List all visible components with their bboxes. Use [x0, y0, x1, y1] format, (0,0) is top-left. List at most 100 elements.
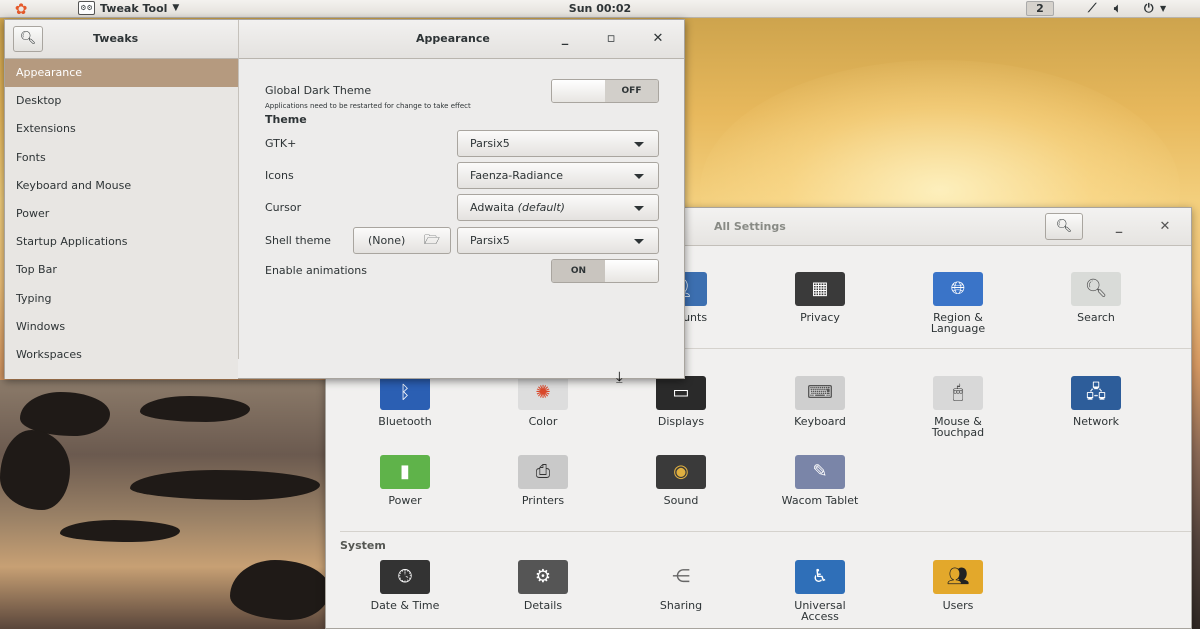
settings-item-sharing[interactable]: ⋲ Sharing — [626, 560, 736, 611]
gtk-theme-value: Parsix5 — [470, 137, 510, 150]
section-title-system: System — [340, 539, 386, 552]
settings-item-datetime[interactable]: 🕓︎ Date & Time — [350, 560, 460, 611]
dark-theme-switch[interactable]: OFF — [551, 79, 659, 103]
settings-title: All Settings — [714, 220, 786, 233]
sidebar-item-extensions[interactable]: Extensions — [5, 115, 238, 143]
theme-section-title: Theme — [265, 113, 307, 126]
animations-switch[interactable]: ON — [551, 259, 659, 283]
app-menu[interactable]: ⚙⚙ Tweak Tool ▼ — [78, 1, 179, 15]
settings-item-displays[interactable]: ▭ Displays — [626, 376, 736, 427]
tweak-header: 🔍︎ Tweaks Appearance _ ▫ ✕ — [5, 20, 684, 59]
gtk-label: GTK+ — [265, 137, 297, 150]
search-icon: 🔍︎ — [19, 31, 37, 46]
activities-icon[interactable]: ✿ — [12, 1, 30, 17]
color-icon: ✺ — [518, 376, 568, 410]
tweak-tool-icon: ⚙⚙ — [78, 1, 95, 15]
close-button[interactable]: ✕ — [648, 29, 668, 49]
volume-icon[interactable]: 🔈︎ — [1114, 1, 1121, 16]
keyboard-icon: ⌨ — [795, 376, 845, 410]
displays-icon: ▭ — [656, 376, 706, 410]
settings-item-privacy[interactable]: ▦ Privacy — [765, 272, 875, 323]
mouse-icon: 🖱︎ — [933, 376, 983, 410]
settings-item-printers[interactable]: ⎙ Printers — [488, 455, 598, 506]
region-icon: 🌐︎ — [933, 272, 983, 306]
app-menu-label: Tweak Tool — [100, 1, 168, 15]
chevron-down-icon — [634, 239, 644, 244]
wallpaper-rock — [60, 520, 180, 542]
settings-item-sound[interactable]: ◉ Sound — [626, 455, 736, 506]
settings-item-color[interactable]: ✺ Color — [488, 376, 598, 427]
privacy-icon: ▦ — [795, 272, 845, 306]
settings-item-users[interactable]: 👥︎ Users — [903, 560, 1013, 611]
share-icon: ⋲ — [672, 566, 690, 587]
clock[interactable]: Sun 00:02 — [569, 2, 631, 15]
shell-theme-label: Shell theme — [265, 234, 331, 247]
search-icon: 🔍︎ — [1055, 219, 1073, 234]
shell-theme-file-button[interactable]: (None) 🗁︎ — [353, 227, 451, 254]
chevron-down-icon — [634, 174, 644, 179]
download-icon[interactable]: ⤓ — [616, 368, 623, 386]
search-icon: 🔍︎ — [1071, 272, 1121, 306]
icon-theme-select[interactable]: Faenza-Radiance — [457, 162, 659, 189]
sidebar-item-windows[interactable]: Windows — [5, 313, 238, 341]
cursor-label: Cursor — [265, 201, 302, 214]
wallpaper-rock — [140, 396, 250, 422]
shell-theme-select[interactable]: Parsix5 — [457, 227, 659, 254]
accessibility-icon: ♿︎ — [795, 560, 845, 594]
dark-theme-label: Global Dark Theme — [265, 84, 372, 97]
settings-item-wacom[interactable]: ✎ Wacom Tablet — [765, 455, 875, 506]
icons-label: Icons — [265, 169, 294, 182]
minimize-button[interactable]: _ — [1109, 217, 1129, 237]
sidebar-item-workspaces[interactable]: Workspaces — [5, 341, 238, 369]
close-button[interactable]: ✕ — [1155, 217, 1175, 237]
network-icon: 🖧︎ — [1071, 376, 1121, 410]
settings-item-network[interactable]: 🖧︎ Network — [1041, 376, 1151, 427]
settings-item-keyboard[interactable]: ⌨ Keyboard — [765, 376, 875, 427]
folder-open-icon: 🗁︎ — [423, 233, 440, 248]
dark-theme-note: Applications need to be restarted for ch… — [265, 102, 471, 110]
settings-item-power[interactable]: ▮ Power — [350, 455, 460, 506]
cursor-theme-select[interactable]: Adwaita (default) — [457, 194, 659, 221]
settings-item-search[interactable]: 🔍︎ Search — [1041, 272, 1151, 323]
animations-label: Enable animations — [265, 264, 367, 277]
sidebar-item-startup-applications[interactable]: Startup Applications — [5, 228, 238, 256]
gears-icon: ⚙ — [518, 560, 568, 594]
battery-icon: ▮ — [380, 455, 430, 489]
network-icon[interactable]: ⟋ — [1088, 1, 1096, 16]
sidebar-item-appearance[interactable]: Appearance — [5, 59, 238, 88]
tablet-icon: ✎ — [795, 455, 845, 489]
settings-item-details[interactable]: ⚙ Details — [488, 560, 598, 611]
chevron-down-icon — [634, 206, 644, 211]
workspace-indicator[interactable]: 2 — [1026, 1, 1054, 16]
settings-item-region[interactable]: 🌐︎ Region & Language — [903, 272, 1013, 334]
settings-item-universal-access[interactable]: ♿︎ Universal Access — [765, 560, 875, 622]
power-icon[interactable]: ⏻ — [1144, 1, 1154, 16]
gtk-theme-select[interactable]: Parsix5 — [457, 130, 659, 157]
sidebar-item-typing[interactable]: Typing — [5, 285, 238, 313]
sidebar-item-desktop[interactable]: Desktop — [5, 87, 238, 115]
sidebar-item-power[interactable]: Power — [5, 200, 238, 228]
switch-knob — [605, 260, 658, 282]
speaker-icon: ◉ — [656, 455, 706, 489]
tweak-sidebar: Appearance Desktop Extensions Fonts Keyb… — [5, 59, 238, 379]
wallpaper-rock — [230, 560, 330, 620]
minimize-button[interactable]: _ — [555, 29, 575, 49]
sidebar-item-fonts[interactable]: Fonts — [5, 144, 238, 172]
chevron-down-icon[interactable]: ▼ — [1160, 4, 1166, 13]
settings-search-button[interactable]: 🔍︎ — [1045, 213, 1083, 240]
settings-item-bluetooth[interactable]: ᛒ Bluetooth — [350, 376, 460, 427]
bluetooth-icon: ᛒ — [380, 376, 430, 410]
sidebar-item-top-bar[interactable]: Top Bar — [5, 256, 238, 284]
shell-theme-none: (None) — [368, 234, 406, 247]
tweaks-title: Tweaks — [93, 32, 139, 45]
sidebar-item-keyboard-mouse[interactable]: Keyboard and Mouse — [5, 172, 238, 200]
switch-knob — [552, 80, 605, 102]
wallpaper-rock — [0, 430, 70, 510]
tweak-search-button[interactable]: 🔍︎ — [13, 26, 43, 52]
switch-state: OFF — [605, 80, 658, 102]
maximize-button[interactable]: ▫ — [601, 29, 621, 49]
chevron-down-icon: ▼ — [172, 3, 180, 13]
users-icon: 👥︎ — [933, 560, 983, 594]
page-title: Appearance — [416, 32, 490, 45]
settings-item-mouse[interactable]: 🖱︎ Mouse & Touchpad — [903, 376, 1013, 438]
